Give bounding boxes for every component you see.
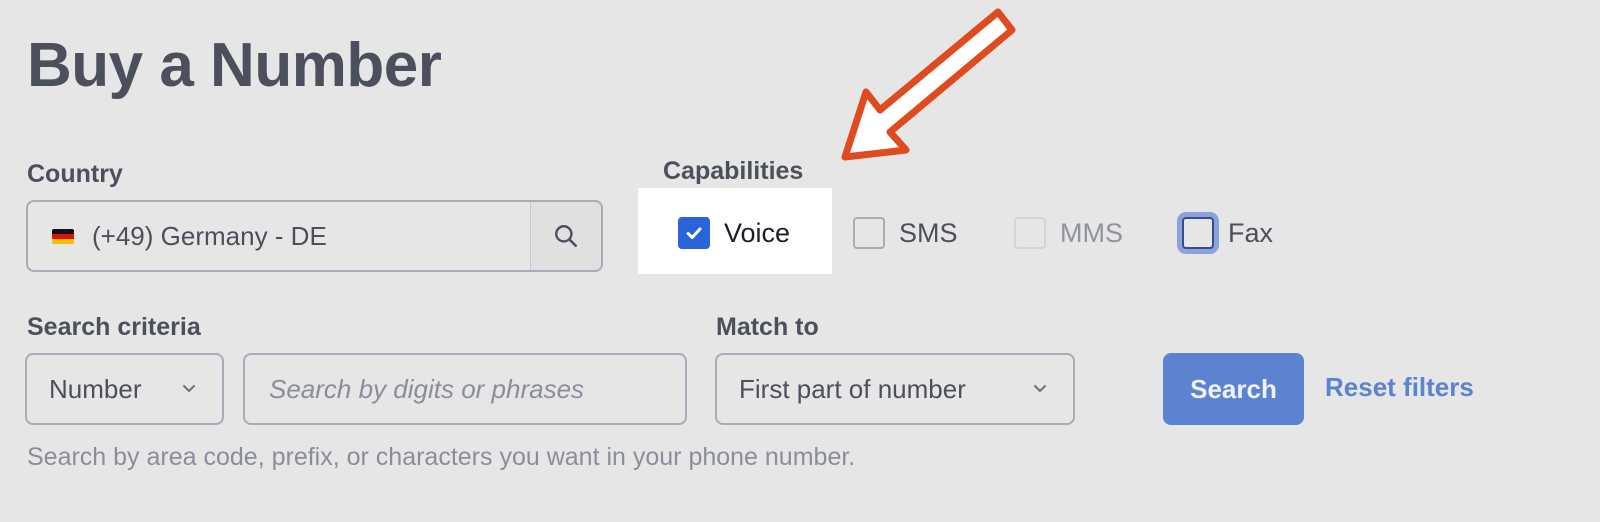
search-criteria-label: Search criteria: [27, 313, 201, 341]
page-title: Buy a Number: [27, 31, 442, 100]
match-to-select[interactable]: First part of number: [715, 353, 1075, 425]
chevron-down-icon: [182, 382, 196, 396]
capability-mms: MMS: [1014, 214, 1123, 252]
germany-flag-icon: [52, 228, 74, 244]
checkmark-icon: [686, 227, 702, 239]
country-select[interactable]: (+49) Germany - DE: [26, 200, 603, 272]
search-button[interactable]: Search: [1163, 353, 1304, 425]
capabilities-label: Capabilities: [663, 157, 804, 185]
sms-checkbox[interactable]: [853, 217, 885, 249]
country-value: (+49) Germany - DE: [92, 220, 327, 251]
arrow-shape: [841, 8, 1016, 161]
country-search-button[interactable]: [530, 202, 601, 270]
country-value-area[interactable]: (+49) Germany - DE: [28, 202, 530, 270]
match-to-value: First part of number: [739, 373, 966, 404]
match-to-label: Match to: [716, 313, 819, 341]
mms-checkbox: [1014, 217, 1046, 249]
mms-label: MMS: [1060, 217, 1123, 248]
search-input[interactable]: [243, 353, 687, 425]
search-help-text: Search by area code, prefix, or characte…: [27, 443, 856, 471]
criteria-type-value: Number: [49, 373, 142, 404]
capability-fax[interactable]: Fax: [1182, 214, 1273, 252]
capability-sms[interactable]: SMS: [853, 214, 958, 252]
search-icon: [555, 225, 578, 248]
fax-label: Fax: [1228, 217, 1274, 248]
voice-checkbox[interactable]: [678, 217, 710, 249]
chevron-down-icon: [1033, 382, 1047, 396]
voice-label: Voice: [724, 217, 791, 248]
fax-checkbox[interactable]: [1182, 217, 1214, 249]
capability-voice[interactable]: Voice: [678, 214, 790, 252]
reset-filters-link[interactable]: Reset filters: [1325, 372, 1474, 403]
criteria-type-select[interactable]: Number: [25, 353, 224, 425]
sms-label: SMS: [899, 217, 958, 248]
country-label: Country: [27, 160, 123, 188]
